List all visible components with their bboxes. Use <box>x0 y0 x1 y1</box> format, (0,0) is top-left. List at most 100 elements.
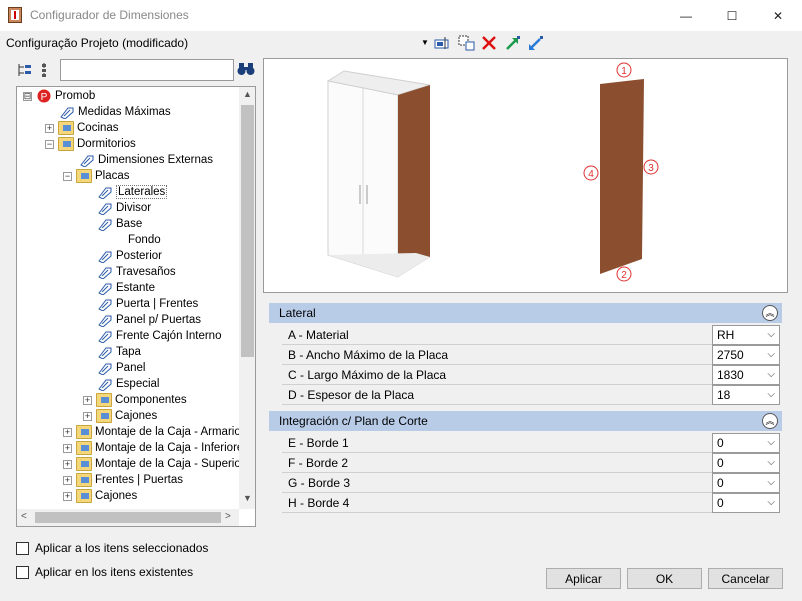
chevron-down-icon: ⌵ <box>767 497 775 508</box>
app-icon <box>8 7 22 23</box>
expand-icon[interactable]: + <box>63 443 72 453</box>
chevron-down-icon: ⌵ <box>767 477 775 488</box>
expand-icon[interactable]: + <box>63 475 72 485</box>
tree-item-panel-puertas[interactable]: Panel p/ Puertas <box>97 312 201 328</box>
collapse-icon[interactable]: − <box>45 139 54 149</box>
chevron-down-icon: ⌵ <box>767 457 775 468</box>
borde-4-select[interactable]: 0 ⌵ <box>712 493 780 513</box>
property-row-material: A - Material RH ⌵ <box>282 325 780 345</box>
apply-existing-option[interactable]: Aplicar en los itens existentes <box>16 565 193 579</box>
tree-item-estante[interactable]: Estante <box>97 280 155 296</box>
tree-item-placas[interactable]: − Placas <box>63 168 130 184</box>
svg-text:P: P <box>41 92 48 103</box>
chevron-down-icon: ⌵ <box>767 329 775 340</box>
tree-item-posterior[interactable]: Posterior <box>97 248 162 264</box>
chevron-down-icon: ⌵ <box>767 349 775 360</box>
collapse-icon[interactable]: − <box>63 171 72 181</box>
expand-icon[interactable]: + <box>83 395 92 405</box>
folder-icon <box>58 137 74 151</box>
tree-item-componentes[interactable]: + Componentes <box>83 392 187 408</box>
apply-button[interactable]: Aplicar <box>546 568 621 589</box>
scroll-down-arrow-icon[interactable]: ▼ <box>239 493 255 503</box>
tree-item-promob[interactable]: ⊟ P Promob <box>23 88 95 104</box>
folder-icon <box>96 393 112 407</box>
edit-config-icon[interactable] <box>433 34 451 52</box>
property-row-espesor: D - Espesor de la Placa 18 ⌵ <box>282 385 780 405</box>
borde-2-select[interactable]: 0 ⌵ <box>712 453 780 473</box>
tree-label: Cocinas <box>77 122 119 134</box>
list-view-icon[interactable] <box>38 61 56 79</box>
ok-button[interactable]: OK <box>627 568 702 589</box>
minimize-button[interactable]: — <box>663 0 709 31</box>
section-header-lateral[interactable]: Lateral ︽ <box>269 303 782 323</box>
tree-item-cajones-sub[interactable]: + Cajones <box>83 408 157 424</box>
select-value: 0 <box>717 476 724 490</box>
tree-item-medidas-maximas[interactable]: Medidas Máximas <box>59 104 171 120</box>
search-input[interactable] <box>60 59 234 81</box>
tag-icon <box>98 283 112 295</box>
expand-icon[interactable]: + <box>63 427 72 437</box>
scroll-thumb[interactable] <box>35 512 221 523</box>
borde-3-select[interactable]: 0 ⌵ <box>712 473 780 493</box>
scroll-right-arrow-icon[interactable]: > <box>225 511 231 522</box>
import-config-icon[interactable] <box>504 34 522 52</box>
category-tree[interactable]: ⊟ P Promob Medidas Máximas + Cocinas − D… <box>16 86 256 527</box>
tree-item-base[interactable]: Base <box>97 216 142 232</box>
tree-label: Componentes <box>115 394 187 406</box>
tree-item-cajones[interactable]: + Cajones <box>63 488 137 504</box>
borde-1-select[interactable]: 0 ⌵ <box>712 433 780 453</box>
configuration-dropdown-icon[interactable]: ▼ <box>421 38 429 47</box>
tree-label: Dimensiones Externas <box>98 154 214 166</box>
tree-item-frentes-puertas[interactable]: + Frentes | Puertas <box>63 472 183 488</box>
tree-item-especial[interactable]: Especial <box>97 376 159 392</box>
espesor-select[interactable]: 18 ⌵ <box>712 385 780 405</box>
tree-item-dormitorios[interactable]: − Dormitorios <box>45 136 136 152</box>
tree-item-laterales[interactable]: Laterales <box>97 184 168 200</box>
close-button[interactable]: ✕ <box>755 0 801 31</box>
cancel-button[interactable]: Cancelar <box>708 568 783 589</box>
collapse-section-icon[interactable]: ︽ <box>762 413 778 429</box>
expand-icon[interactable]: + <box>63 459 72 469</box>
tree-vertical-scrollbar[interactable]: ▲ ▼ <box>239 87 255 509</box>
edge-label-1: 1 <box>621 66 627 77</box>
scroll-up-arrow-icon[interactable]: ▲ <box>239 89 255 99</box>
tree-item-puerta-frentes[interactable]: Puerta | Frentes <box>97 296 198 312</box>
tree-item-frente-cajon-interno[interactable]: Frente Cajón Interno <box>97 328 221 344</box>
tree-item-montaje-armarios[interactable]: + Montaje de la Caja - Armarios <box>63 424 239 440</box>
collapse-section-icon[interactable]: ︽ <box>762 305 778 321</box>
tree-view-icon[interactable] <box>16 61 34 79</box>
apply-selected-option[interactable]: Aplicar a los itens seleccionados <box>16 541 208 555</box>
tree-item-montaje-inferiores[interactable]: + Montaje de la Caja - Inferiores <box>63 440 239 456</box>
tree-item-divisor[interactable]: Divisor <box>97 200 151 216</box>
tree-item-cocinas[interactable]: + Cocinas <box>45 120 119 136</box>
tree-item-fondo[interactable]: Fondo <box>128 232 161 248</box>
copy-config-icon[interactable] <box>458 34 476 52</box>
tree-label: Placas <box>95 170 130 182</box>
material-select[interactable]: RH ⌵ <box>712 325 780 345</box>
scroll-left-arrow-icon[interactable]: < <box>21 511 27 522</box>
preview-panel: 1 2 3 4 <box>263 58 788 293</box>
apply-selected-checkbox[interactable] <box>16 541 29 555</box>
tree-item-panel[interactable]: Panel <box>97 360 145 376</box>
tree-horizontal-scrollbar[interactable]: < > <box>17 509 239 526</box>
section-header-integracion[interactable]: Integración c/ Plan de Corte ︽ <box>269 411 782 431</box>
expand-icon[interactable]: + <box>83 411 92 421</box>
collapse-icon[interactable]: ⊟ <box>23 91 32 101</box>
tree-item-montaje-superior[interactable]: + Montaje de la Caja - Superior <box>63 456 239 472</box>
binoculars-search-icon[interactable] <box>237 61 255 77</box>
expand-icon[interactable]: + <box>63 491 72 501</box>
maximize-button[interactable]: ☐ <box>709 0 755 31</box>
tag-icon <box>98 315 112 327</box>
expand-icon[interactable]: + <box>45 123 54 133</box>
apply-existing-checkbox[interactable] <box>16 565 29 579</box>
folder-icon <box>76 169 92 183</box>
export-config-icon[interactable] <box>527 34 545 52</box>
tree-item-dimensiones-externas[interactable]: Dimensiones Externas <box>79 152 213 168</box>
largo-maximo-select[interactable]: 1830 ⌵ <box>712 365 780 385</box>
scroll-thumb[interactable] <box>241 105 254 357</box>
delete-config-icon[interactable] <box>480 34 498 52</box>
ancho-maximo-select[interactable]: 2750 ⌵ <box>712 345 780 365</box>
tree-item-tapa[interactable]: Tapa <box>97 344 141 360</box>
tree-label: Panel <box>116 362 146 374</box>
tree-item-travesanos[interactable]: Travesaños <box>97 264 176 280</box>
